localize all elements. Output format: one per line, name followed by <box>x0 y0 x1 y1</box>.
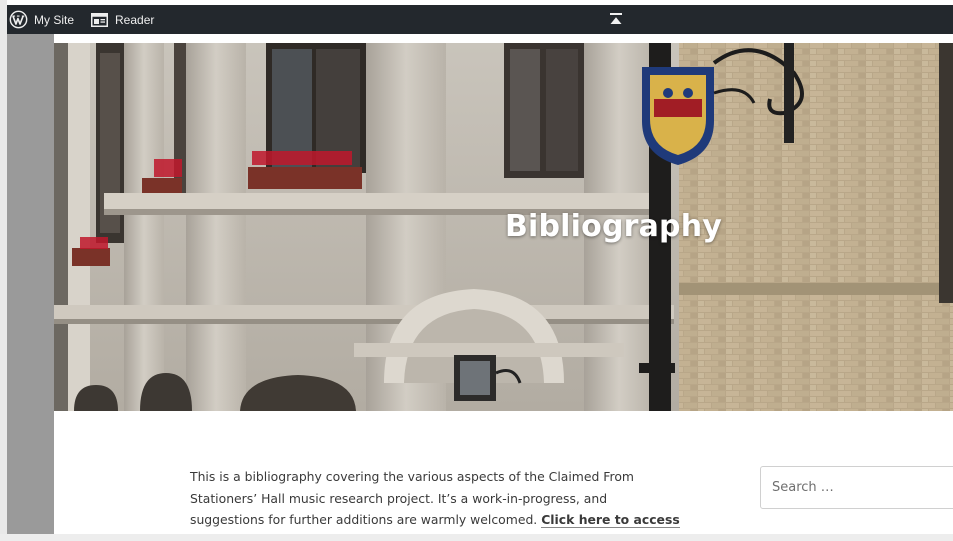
search-box <box>760 466 953 509</box>
intro-paragraph: This is a bibliography covering the vari… <box>190 466 680 531</box>
left-gutter <box>0 34 54 541</box>
search-input[interactable] <box>761 467 941 508</box>
window-bottom-border <box>0 534 953 541</box>
my-site-label: My Site <box>34 12 75 27</box>
access-link[interactable]: Click here to access <box>541 512 680 528</box>
collapse-toggle-icon[interactable] <box>609 12 623 26</box>
reader-button[interactable]: Reader <box>91 5 154 34</box>
reader-label: Reader <box>115 12 155 27</box>
my-site-button[interactable]: My Site <box>7 5 74 34</box>
hero-header: Bibliography <box>54 43 953 411</box>
wordpress-logo-icon <box>9 10 28 29</box>
left-edge <box>0 0 7 541</box>
page-title: Bibliography <box>504 209 723 244</box>
admin-bar: My Site Reader <box>7 5 953 34</box>
reader-icon <box>91 12 109 27</box>
